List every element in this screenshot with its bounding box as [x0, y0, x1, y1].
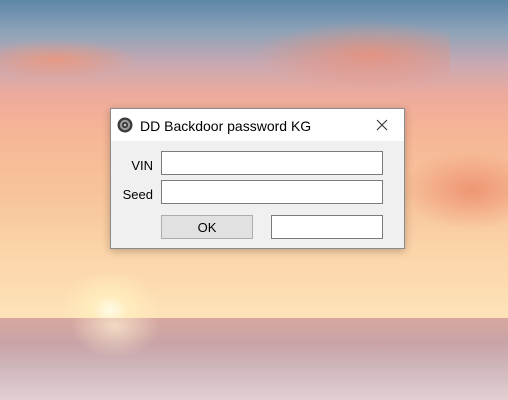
seed-input[interactable] [161, 180, 383, 204]
window-title: DD Backdoor password KG [140, 118, 312, 134]
sun-reflection [70, 318, 160, 358]
cloud [250, 20, 450, 90]
gear-icon [117, 117, 133, 133]
result-field[interactable] [271, 215, 383, 239]
title-bar[interactable]: DD Backdoor password KG [111, 109, 404, 141]
keygen-dialog: DD Backdoor password KG VIN Seed OK [110, 108, 405, 249]
ok-button[interactable]: OK [161, 215, 253, 239]
close-icon [376, 119, 388, 131]
close-button[interactable] [360, 109, 404, 141]
vin-input[interactable] [161, 151, 383, 175]
seed-label: Seed [122, 187, 153, 202]
vin-label: VIN [131, 158, 153, 173]
cloud [400, 150, 508, 230]
cloud [0, 40, 140, 80]
